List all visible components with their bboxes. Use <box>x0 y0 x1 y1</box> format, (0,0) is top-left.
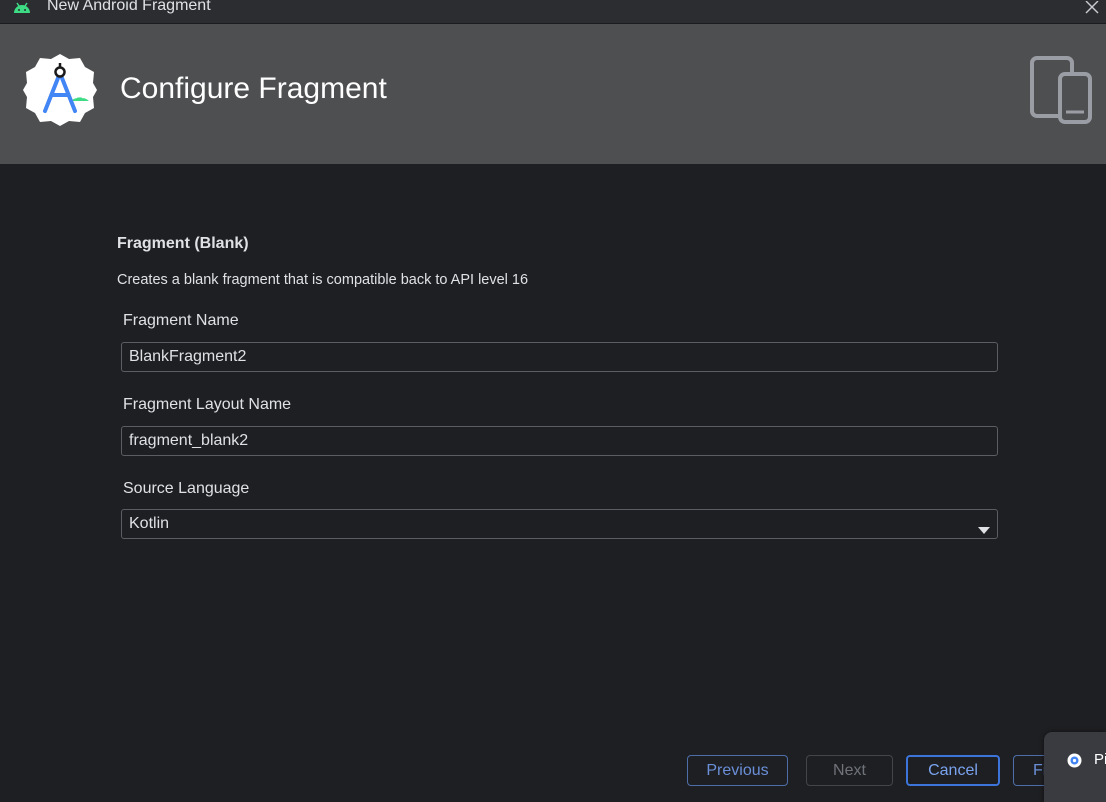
fragment-name-label: Fragment Name <box>123 312 239 329</box>
source-language-select[interactable]: Kotlin <box>121 509 998 539</box>
window-title: New Android Fragment <box>47 0 211 14</box>
phone-tablet-icon <box>1028 56 1094 124</box>
notification-popup[interactable]: Pi ... <box>1044 732 1106 802</box>
previous-button[interactable]: Previous <box>687 755 788 786</box>
next-button[interactable]: Next <box>806 755 893 786</box>
android-studio-logo-icon <box>23 53 97 127</box>
template-title: Fragment (Blank) <box>117 235 249 252</box>
header-banner: Configure Fragment <box>0 24 1106 164</box>
title-bar: New Android Fragment <box>0 0 1106 24</box>
source-language-label: Source Language <box>123 480 250 497</box>
layout-name-label: Fragment Layout Name <box>123 396 292 413</box>
source-language-value: Kotlin <box>129 515 170 532</box>
cancel-button[interactable]: Cancel <box>906 755 1000 786</box>
chevron-down-icon[interactable] <box>978 520 990 534</box>
layout-name-input[interactable] <box>121 426 998 456</box>
app-icon <box>1067 753 1082 768</box>
fragment-name-input[interactable] <box>121 342 998 372</box>
close-icon[interactable] <box>1083 0 1101 14</box>
notification-subtext: ... <box>1074 794 1085 802</box>
page-title: Configure Fragment <box>120 72 387 105</box>
notification-text: Pi <box>1094 751 1106 768</box>
android-icon <box>12 0 32 14</box>
template-description: Creates a blank fragment that is compati… <box>117 272 529 288</box>
